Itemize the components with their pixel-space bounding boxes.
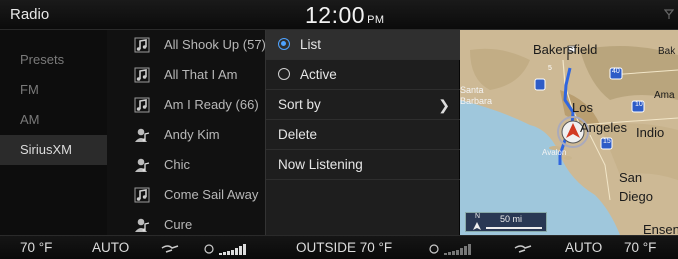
list-item[interactable]: Am I Ready (66): [107, 90, 267, 120]
artist-icon: [135, 218, 150, 232]
compass-icon: [473, 222, 481, 230]
scale-bar: [486, 227, 542, 229]
chevron-right-icon: ❯: [438, 97, 450, 113]
music-note-icon: [134, 67, 150, 83]
list-item[interactable]: Andy Kim: [107, 120, 267, 150]
map-label-avalon: Avalon: [542, 148, 567, 157]
sidebar-item-siriusxm[interactable]: SiriusXM: [0, 135, 107, 165]
sidebar-item-presets[interactable]: Presets: [0, 45, 107, 75]
map-label-los: Los: [572, 100, 593, 115]
list-item[interactable]: Come Sail Away: [107, 180, 267, 210]
passenger-auto[interactable]: AUTO: [565, 240, 602, 255]
top-bar: Radio 12:00 PM: [0, 0, 678, 30]
screen-title: Radio: [10, 6, 50, 23]
menu-item-sort-by[interactable]: Sort by ❯: [266, 90, 460, 120]
station-label: Cure: [164, 217, 193, 232]
menu-item-label: Now Listening: [278, 157, 363, 172]
music-note-icon: [134, 37, 150, 53]
station-label: Come Sail Away: [164, 187, 259, 202]
driver-temp[interactable]: 70 °F: [20, 240, 52, 255]
clock: 12:00 PM: [305, 2, 385, 29]
menu-item-active[interactable]: Active: [266, 60, 460, 90]
clock-time: 12:00: [305, 2, 366, 28]
map-label-bak: Bak: [658, 46, 676, 57]
highway-shield-label: 10: [635, 101, 643, 108]
menu-item-label: Active: [300, 67, 337, 82]
menu-item-label: Delete: [278, 127, 318, 142]
music-note-icon: [134, 187, 150, 203]
station-label: Am I Ready (66): [164, 97, 259, 112]
menu-item-list[interactable]: List: [266, 30, 460, 60]
menu-item-label: List: [300, 37, 322, 52]
fan-speed-icon[interactable]: [428, 242, 478, 256]
radio-unselected-icon: [278, 68, 290, 81]
airflow-icon[interactable]: [513, 242, 535, 256]
navigation-map[interactable]: 5 40 10 15 Bakersfield Bak Santa Barbara…: [460, 30, 678, 235]
highway-shield-label: 5: [548, 65, 552, 72]
map-label-angeles: Angeles: [580, 120, 627, 135]
map-label-barbara: Barbara: [460, 96, 493, 106]
station-label: Andy Kim: [164, 127, 220, 142]
highway-shield-label: 15: [603, 138, 611, 145]
list-item[interactable]: All Shook Up (57): [107, 30, 267, 60]
list-item[interactable]: All That I Am: [107, 60, 267, 90]
station-list: All Shook Up (57) All That I Am Am I Rea…: [107, 30, 267, 235]
airflow-icon[interactable]: [160, 242, 182, 256]
scale-label: 50 mi: [500, 214, 523, 224]
outside-temp: OUTSIDE 70 °F: [296, 240, 393, 255]
signal-icon: [663, 8, 675, 20]
passenger-temp[interactable]: 70 °F: [624, 240, 656, 255]
list-item[interactable]: Cure: [107, 210, 267, 235]
radio-screen: Radio 12:00 PM Presets FM AM SiriusXM All…: [0, 0, 678, 259]
map-label-santa: Santa: [460, 85, 484, 95]
map-label-ensenada: Ensen: [643, 222, 678, 235]
radio-selected-icon: [278, 38, 290, 51]
map-label-bakersfield: Bakersfield: [533, 42, 598, 57]
menu-item-delete[interactable]: Delete: [266, 120, 460, 150]
driver-auto[interactable]: AUTO: [92, 240, 129, 255]
sidebar-item-am[interactable]: AM: [0, 105, 107, 135]
artist-icon: [135, 128, 150, 142]
station-label: Chic: [164, 157, 191, 172]
station-label: All Shook Up (57): [164, 37, 266, 52]
sidebar-item-fm[interactable]: FM: [0, 75, 107, 105]
map-label-indio: Indio: [636, 125, 665, 140]
fan-speed-icon[interactable]: [203, 242, 253, 256]
map-label-ama: Ama: [654, 90, 675, 101]
music-note-icon: [134, 97, 150, 113]
list-item[interactable]: Chic: [107, 150, 267, 180]
highway-shield-label: 40: [612, 68, 620, 75]
band-sidebar: Presets FM AM SiriusXM: [0, 30, 107, 235]
options-menu: List Active Sort by ❯ Delete Now Listeni…: [265, 30, 460, 235]
clock-ampm: PM: [367, 14, 385, 26]
menu-item-label: Sort by: [278, 97, 321, 112]
artist-icon: [135, 158, 150, 172]
map-label-san: San: [619, 170, 643, 185]
menu-item-now-listening[interactable]: Now Listening: [266, 150, 460, 180]
compass-north-label: N: [475, 213, 481, 220]
climate-bar: 70 °F AUTO OUTSIDE 70 °F AUTO 70 °F: [0, 235, 678, 259]
station-label: All That I Am: [164, 67, 238, 82]
map-scale: N 50 mi: [465, 212, 547, 232]
map-label-diego: Diego: [619, 189, 653, 204]
